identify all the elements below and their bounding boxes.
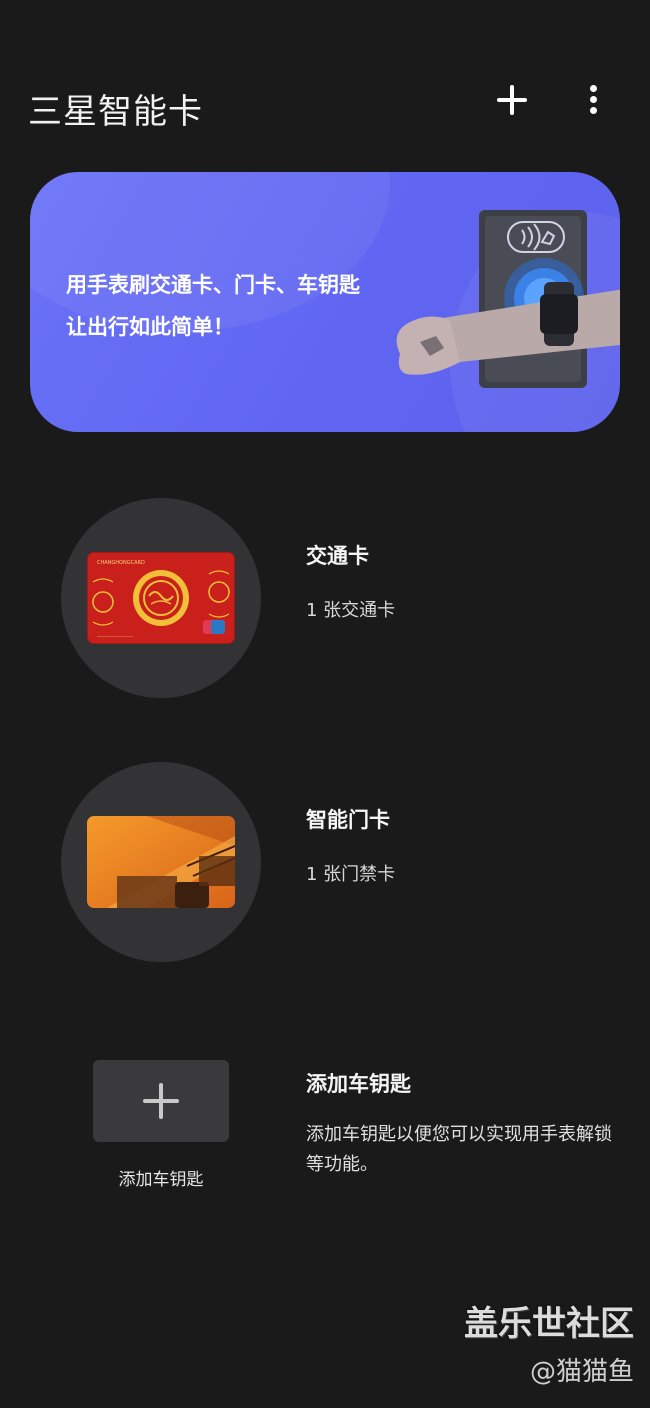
- promo-banner[interactable]: 用手表刷交通卡、门卡、车钥匙 让出行如此简单！: [30, 172, 620, 432]
- banner-line-2: 让出行如此简单！: [66, 315, 234, 339]
- door-card-image: [87, 816, 235, 908]
- more-vertical-icon[interactable]: [582, 82, 606, 118]
- transit-card-circle: CHANGHONGCARD —————————: [61, 498, 261, 698]
- transit-card-image: CHANGHONGCARD —————————: [87, 552, 235, 644]
- door-card-count: 1 张门禁卡: [306, 864, 396, 885]
- door-card-row[interactable]: 智能门卡 1 张门禁卡: [0, 762, 650, 962]
- add-car-key-label: 添加车钥匙: [118, 1170, 204, 1190]
- car-key-description: 添加车钥匙以便您可以实现用手表解锁等功能。: [306, 1124, 612, 1175]
- page-title: 三星智能卡: [28, 92, 203, 132]
- banner-text: 用手表刷交通卡、门卡、车钥匙 让出行如此简单！: [66, 264, 360, 348]
- car-key-title[interactable]: 添加车钥匙: [306, 1068, 411, 1098]
- door-card-circle: [61, 762, 261, 962]
- watch-tap-illustration: [396, 210, 620, 388]
- door-card-title: 智能门卡: [306, 808, 390, 832]
- banner-line-1: 用手表刷交通卡、门卡、车钥匙: [66, 273, 360, 297]
- transit-card-row[interactable]: CHANGHONGCARD ————————— 交通卡 1 张交通卡: [0, 498, 650, 698]
- watermark: 盖乐世社区 @猫猫鱼: [464, 1296, 634, 1388]
- transit-card-count: 1 张交通卡: [306, 600, 396, 621]
- transit-card-title: 交通卡: [306, 544, 369, 568]
- watermark-sub: @猫猫鱼: [529, 1357, 634, 1387]
- add-car-key-button[interactable]: [93, 1060, 229, 1142]
- svg-text:—————————: —————————: [97, 634, 133, 639]
- svg-text:CHANGHONGCARD: CHANGHONGCARD: [97, 560, 145, 566]
- plus-icon[interactable]: [492, 80, 532, 120]
- watermark-main: 盖乐世社区: [464, 1304, 634, 1344]
- smart-card-page: 三星智能卡 用手表刷交通卡、门卡、车钥匙 让出行如此简单！ CHANGHONGC…: [0, 0, 650, 1408]
